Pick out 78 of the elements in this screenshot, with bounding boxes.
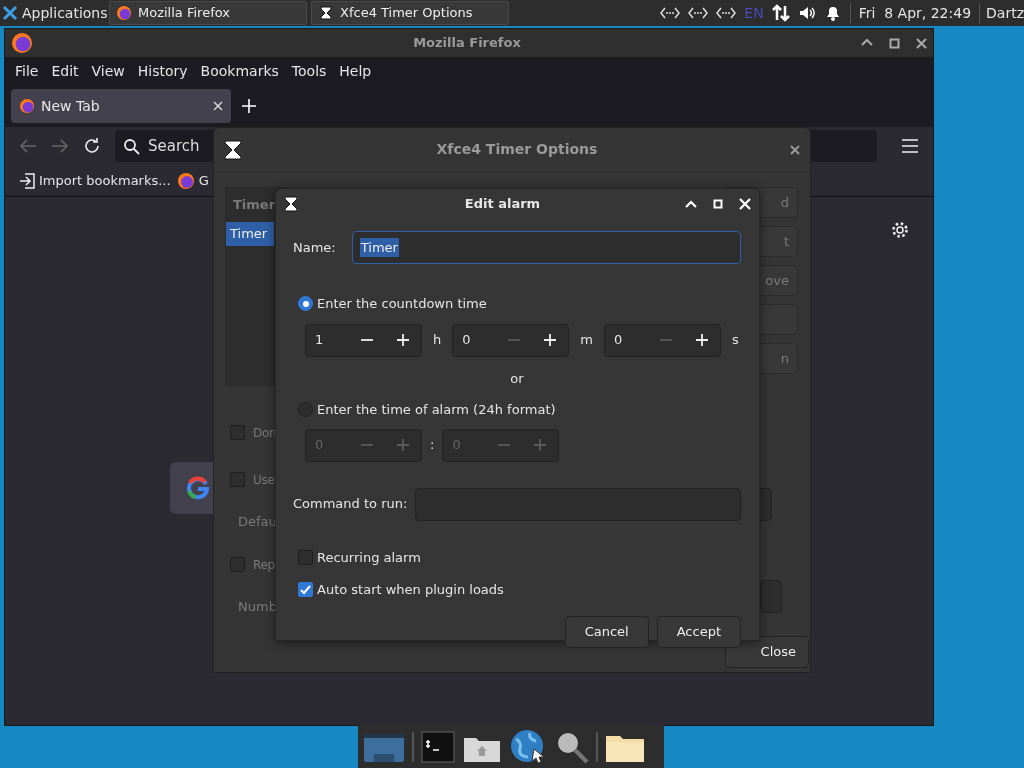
checkbox[interactable] (298, 549, 313, 565)
field-value: 0 (613, 331, 624, 350)
checkbox-label: Recurring alarm (317, 548, 421, 567)
maximize-icon[interactable] (889, 37, 900, 49)
spin-field[interactable]: 0 (603, 323, 721, 357)
menu-item[interactable]: Bookmarks (200, 60, 279, 82)
settings-icon[interactable] (891, 220, 909, 239)
checkbox-label: Auto start when plugin loads (317, 581, 504, 599)
taskbar-button[interactable]: Xfce4 Timer Options (311, 1, 509, 25)
unit-label: m (580, 331, 593, 350)
plus-icon (695, 334, 708, 346)
hourglass-icon (222, 138, 244, 161)
hourglass-icon (318, 5, 334, 21)
import-icon (19, 171, 35, 190)
menu-item[interactable]: File (15, 60, 39, 82)
checkbox-label: Use (253, 471, 275, 489)
name-field[interactable]: Timer (351, 231, 741, 264)
close-tab-icon[interactable] (213, 101, 223, 111)
search-placeholder: Search (148, 135, 200, 157)
taskbar-label: Mozilla Firefox (138, 4, 230, 23)
window-title: Mozilla Firefox (412, 34, 522, 53)
radio-label: Enter the countdown time (317, 295, 487, 313)
new-tab-icon[interactable] (241, 98, 257, 114)
search-icon (123, 137, 140, 155)
bookmark-item[interactable]: G (176, 170, 209, 191)
taskbar-button[interactable]: Mozilla Firefox (109, 1, 307, 25)
firefox-logo-icon (116, 5, 132, 21)
cancel-button[interactable]: Cancel (564, 615, 649, 648)
window-title: Edit alarm (463, 195, 542, 214)
terminal-icon[interactable] (420, 729, 456, 764)
field-value: 1 (315, 331, 325, 350)
field-value: 0 (462, 331, 472, 350)
field-label: Command to run: (293, 495, 408, 514)
option-label: Numb (237, 598, 277, 617)
menu-item[interactable]: Help (339, 60, 372, 82)
reload-icon[interactable] (83, 137, 101, 155)
applications-menu[interactable]: Applications (2, 2, 105, 24)
tab-title: New Tab (41, 96, 101, 116)
spin-field[interactable] (760, 580, 782, 613)
xfce-mouse-icon (2, 4, 18, 22)
separator-text: : (430, 436, 435, 455)
radio-button[interactable] (298, 296, 313, 312)
list-row[interactable]: Timer (226, 222, 274, 246)
hourglass-icon (282, 195, 300, 213)
separator-text: or (509, 369, 525, 388)
checkbox[interactable] (298, 582, 313, 598)
spin-field[interactable]: 0 (452, 323, 570, 357)
firefox-logo-icon (11, 32, 33, 54)
user-name[interactable]: Dartz (979, 2, 1024, 24)
minimize-icon[interactable] (685, 198, 697, 210)
browser-tab[interactable]: New Tab (11, 89, 231, 123)
plus-icon (534, 439, 547, 451)
plus-icon (397, 334, 409, 346)
plus-icon (397, 439, 409, 451)
close-icon[interactable] (916, 37, 927, 49)
firefox-logo-icon (176, 171, 195, 190)
menu-item[interactable]: History (137, 60, 188, 82)
accept-button[interactable]: Accept (656, 615, 741, 648)
search-engine-icon (186, 476, 210, 500)
checkbox-label: Rep (253, 556, 275, 574)
menu-icon[interactable] (901, 137, 919, 155)
menu-item[interactable]: Tools (291, 60, 327, 82)
transfer-icon[interactable] (771, 4, 790, 22)
bookmark-item[interactable]: Import bookmarks... (19, 170, 171, 191)
plus-icon (544, 334, 557, 346)
radio-label: Enter the time of alarm (24h format) (317, 401, 556, 419)
field-value: Timer (359, 237, 399, 258)
menu-item[interactable]: Edit (51, 60, 79, 82)
unit-label: h (433, 331, 442, 350)
spin-field[interactable]: 1 (305, 323, 422, 357)
taskbar-label: Xfce4 Timer Options (340, 4, 473, 23)
clock[interactable]: Fri 8 Apr, 22:49 (858, 2, 972, 24)
firefox-logo-icon (19, 98, 35, 114)
field-value: 0 (315, 436, 325, 455)
window-title: Xfce4 Timer Options (435, 140, 599, 159)
field-label: Name: (293, 238, 336, 257)
volume-icon[interactable] (797, 4, 816, 22)
menu-item[interactable]: View (91, 60, 125, 82)
